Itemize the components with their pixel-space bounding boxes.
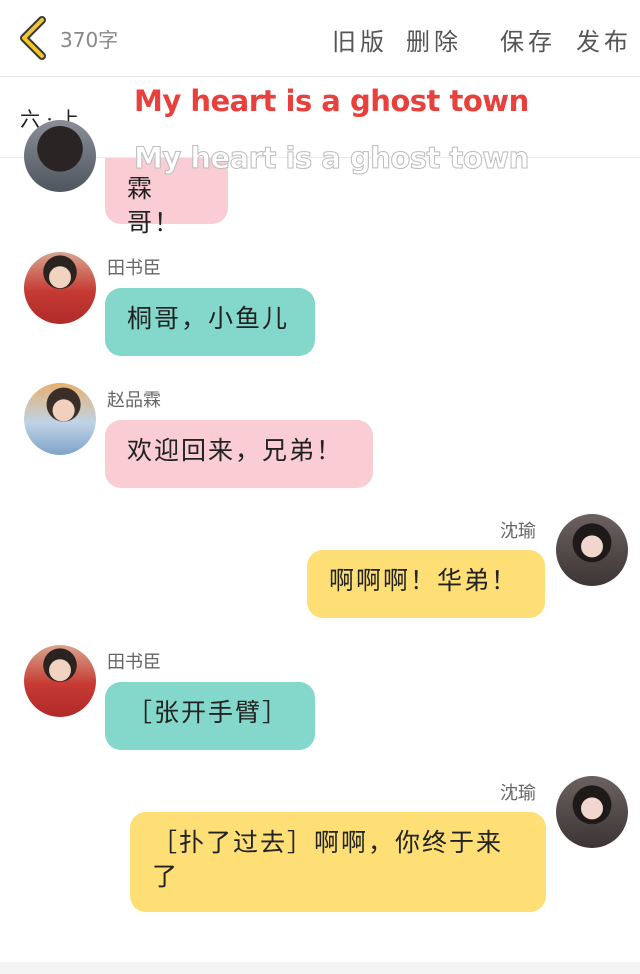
sender-name: 沈瑜 bbox=[500, 521, 536, 542]
chat-bubble: 桐哥，小鱼儿 bbox=[105, 288, 315, 356]
song-title: My heart is a ghost town bbox=[134, 84, 529, 118]
sender-name: 田书臣 bbox=[107, 258, 161, 279]
bottom-strip bbox=[0, 962, 640, 974]
sender-name: 沈瑜 bbox=[500, 783, 536, 804]
avatar[interactable] bbox=[24, 120, 96, 192]
song-title-shadow: My heart is a ghost town bbox=[134, 141, 530, 176]
delete-button[interactable]: 删除 bbox=[406, 22, 462, 57]
chat-bubble: 欢迎回来，兄弟！ bbox=[105, 420, 373, 488]
sender-name: 田书臣 bbox=[107, 652, 161, 673]
avatar[interactable] bbox=[556, 514, 628, 586]
sender-name: 赵品霖 bbox=[107, 390, 161, 411]
old-version-button[interactable]: 旧版 bbox=[332, 22, 388, 57]
word-count: 370字 bbox=[60, 28, 119, 52]
avatar[interactable] bbox=[24, 252, 96, 324]
chat-bubble: ［张开手臂］ bbox=[105, 682, 315, 750]
avatar[interactable] bbox=[556, 776, 628, 848]
back-arrow-icon[interactable] bbox=[16, 16, 50, 60]
top-bar: 370字 旧版 删除 保存 发布 bbox=[0, 0, 640, 77]
avatar[interactable] bbox=[24, 645, 96, 717]
chat-bubble: 啊啊啊！华弟！ bbox=[307, 550, 545, 618]
save-button[interactable]: 保存 bbox=[500, 22, 556, 57]
chat-bubble: ［扑了过去］啊啊，你终于来了 bbox=[130, 812, 546, 912]
publish-button[interactable]: 发布 bbox=[576, 22, 632, 57]
avatar[interactable] bbox=[24, 383, 96, 455]
